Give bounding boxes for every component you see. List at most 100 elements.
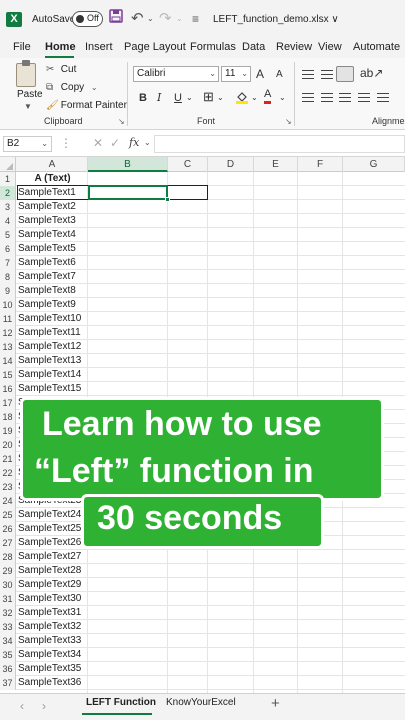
row-header[interactable]: 35: [0, 648, 16, 662]
chevron-down-icon[interactable]: ⌄: [144, 138, 151, 147]
column-header-g[interactable]: G: [343, 157, 405, 172]
row-header[interactable]: 31: [0, 592, 16, 606]
cell-a[interactable]: SampleText4: [17, 228, 88, 242]
cell-a[interactable]: SampleText15: [17, 382, 88, 396]
row-header[interactable]: 8: [0, 270, 16, 284]
redo-icon[interactable]: ↷: [159, 9, 172, 29]
font-launcher-icon[interactable]: ↘: [285, 117, 292, 126]
row-header[interactable]: 18: [0, 410, 16, 424]
undo-icon[interactable]: ↶: [131, 9, 144, 29]
cell-a[interactable]: SampleText9: [17, 298, 88, 312]
redo-dropdown-icon[interactable]: ⌄: [176, 9, 183, 29]
row-header[interactable]: 3: [0, 200, 16, 214]
format-painter-button[interactable]: 🖌 Format Painter: [46, 100, 127, 111]
cell-a[interactable]: SampleText8: [17, 284, 88, 298]
row-header[interactable]: 13: [0, 340, 16, 354]
row-header[interactable]: 34: [0, 634, 16, 648]
row-header[interactable]: 21: [0, 452, 16, 466]
tab-file[interactable]: File: [13, 41, 31, 53]
tab-view[interactable]: View: [318, 41, 342, 53]
borders-icon[interactable]: ⊞: [203, 90, 214, 104]
file-title[interactable]: LEFT_function_demo.xlsx ∨: [213, 14, 339, 25]
undo-dropdown-icon[interactable]: ⌄: [147, 9, 154, 29]
enter-icon[interactable]: ✓: [110, 136, 120, 150]
cell-a[interactable]: SampleText26: [17, 536, 88, 550]
select-all-corner[interactable]: [0, 157, 16, 172]
row-header[interactable]: 7: [0, 256, 16, 270]
row-header[interactable]: 15: [0, 368, 16, 382]
next-sheet-icon[interactable]: ›: [42, 699, 46, 713]
row-header[interactable]: 22: [0, 466, 16, 480]
cell-a[interactable]: SampleText14: [17, 368, 88, 382]
cell-a[interactable]: SampleText5: [17, 242, 88, 256]
cell-a[interactable]: SampleText11: [17, 326, 88, 340]
copy-button[interactable]: ⧉ Copy ⌄: [46, 82, 98, 93]
cell-a[interactable]: SampleText12: [17, 340, 88, 354]
tab-automate[interactable]: Automate: [353, 41, 400, 53]
cell-a[interactable]: SampleText25: [17, 522, 88, 536]
tab-home[interactable]: Home: [45, 41, 76, 53]
formula-input[interactable]: [154, 135, 405, 153]
tab-insert[interactable]: Insert: [85, 41, 113, 53]
row-header[interactable]: 12: [0, 326, 16, 340]
cell-a[interactable]: SampleText3: [17, 214, 88, 228]
cell-a[interactable]: SampleText35: [17, 662, 88, 676]
tab-page-layout[interactable]: Page Layout: [124, 41, 186, 53]
row-header[interactable]: 29: [0, 564, 16, 578]
cut-button[interactable]: ✂ Cut: [46, 64, 76, 75]
prev-sheet-icon[interactable]: ‹: [20, 699, 24, 713]
shrink-font-icon[interactable]: A: [276, 68, 283, 82]
cell-a[interactable]: SampleText29: [17, 578, 88, 592]
row-header[interactable]: 28: [0, 550, 16, 564]
column-header-b[interactable]: B: [88, 157, 168, 172]
cell-a[interactable]: SampleText24: [17, 508, 88, 522]
row-header[interactable]: 36: [0, 662, 16, 676]
paste-dropdown-icon[interactable]: ▼: [24, 102, 32, 111]
row-header[interactable]: 9: [0, 284, 16, 298]
font-name-select[interactable]: Calibri ⌄: [133, 66, 219, 82]
row-header[interactable]: 16: [0, 382, 16, 396]
row-header[interactable]: 19: [0, 424, 16, 438]
column-header-c[interactable]: C: [168, 157, 208, 172]
grow-font-icon[interactable]: A: [256, 67, 264, 81]
cell-a[interactable]: SampleText31: [17, 606, 88, 620]
row-header[interactable]: 14: [0, 354, 16, 368]
row-header[interactable]: 23: [0, 480, 16, 494]
bold-button[interactable]: B: [139, 91, 147, 105]
tab-review[interactable]: Review: [276, 41, 312, 53]
cell-a[interactable]: SampleText30: [17, 592, 88, 606]
row-header[interactable]: 27: [0, 536, 16, 550]
save-icon[interactable]: [109, 9, 123, 29]
italic-button[interactable]: I: [157, 91, 161, 105]
row-header[interactable]: 4: [0, 214, 16, 228]
column-header-d[interactable]: D: [208, 157, 254, 172]
align-middle-icon[interactable]: [321, 70, 333, 79]
row-header[interactable]: 20: [0, 438, 16, 452]
font-color-dropdown-icon[interactable]: ⌄: [279, 91, 286, 105]
cell-a[interactable]: SampleText33: [17, 634, 88, 648]
cell-a[interactable]: SampleText7: [17, 270, 88, 284]
sheet-tab-left-function[interactable]: LEFT Function: [86, 697, 156, 708]
clipboard-launcher-icon[interactable]: ↘: [118, 117, 125, 126]
cell-a[interactable]: SampleText32: [17, 620, 88, 634]
column-header-a[interactable]: A: [17, 157, 88, 172]
row-header[interactable]: 30: [0, 578, 16, 592]
increase-indent-icon[interactable]: [377, 93, 389, 102]
tab-data[interactable]: Data: [242, 41, 265, 53]
autosave-toggle[interactable]: Off: [72, 11, 103, 27]
row-header[interactable]: 6: [0, 242, 16, 256]
copy-dropdown-icon[interactable]: ⌄: [91, 83, 98, 92]
cell-a[interactable]: SampleText36: [17, 676, 88, 690]
paste-button[interactable]: Paste: [17, 89, 43, 100]
underline-dropdown-icon[interactable]: ⌄: [186, 91, 193, 105]
fill-color-icon[interactable]: [235, 90, 249, 108]
row-header[interactable]: 25: [0, 508, 16, 522]
insert-function-button[interactable]: fx: [129, 136, 139, 149]
sheet-tab-knowyourexcel[interactable]: KnowYourExcel: [166, 697, 236, 708]
cell-a[interactable]: SampleText27: [17, 550, 88, 564]
row-header[interactable]: 24: [0, 494, 16, 508]
align-top-icon[interactable]: [302, 70, 314, 79]
add-sheet-button[interactable]: +: [271, 695, 280, 712]
fill-handle[interactable]: [165, 197, 170, 202]
row-header[interactable]: 2: [0, 186, 16, 200]
